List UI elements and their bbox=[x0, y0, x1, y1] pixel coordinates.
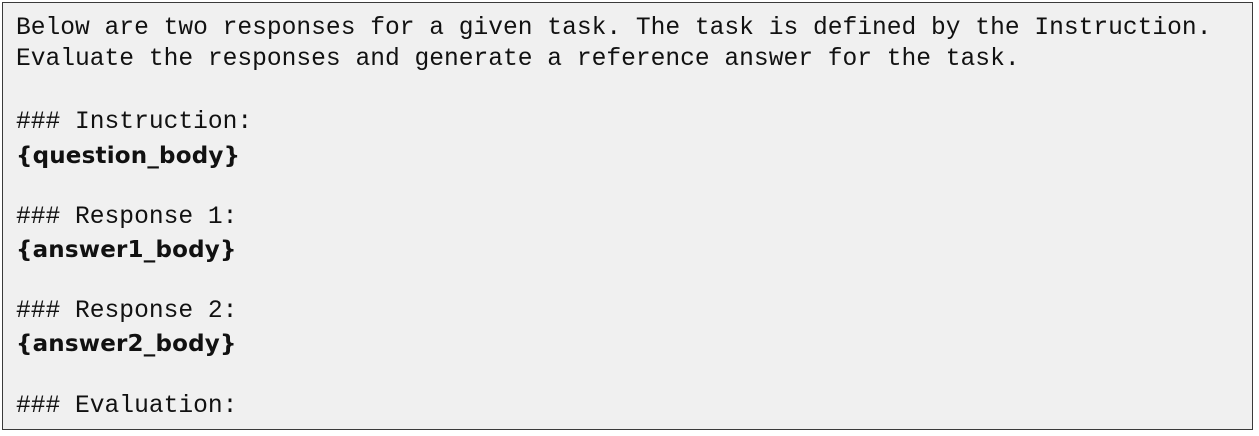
response2-header: ### Response 2: bbox=[16, 298, 238, 325]
intro-line-2: Evaluate the responses and generate a re… bbox=[16, 46, 1020, 73]
evaluation-header: ### Evaluation: bbox=[16, 393, 238, 420]
response1-header: ### Response 1: bbox=[16, 204, 238, 231]
question-placeholder: {question_body} bbox=[16, 143, 241, 169]
intro-line-1: Below are two responses for a given task… bbox=[16, 15, 1212, 42]
prompt-template-box: Below are two responses for a given task… bbox=[2, 2, 1253, 430]
answer1-placeholder: {answer1_body} bbox=[16, 237, 237, 263]
instruction-header: ### Instruction: bbox=[16, 109, 253, 136]
answer2-placeholder: {answer2_body} bbox=[16, 331, 237, 357]
